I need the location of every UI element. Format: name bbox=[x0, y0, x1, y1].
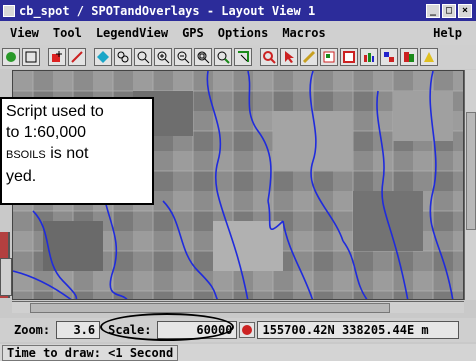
callout-line-3-rest: is not bbox=[45, 145, 89, 162]
layout-icon[interactable] bbox=[2, 48, 20, 66]
zoom-box-icon[interactable] bbox=[134, 48, 152, 66]
menu-macros[interactable]: Macros bbox=[282, 26, 325, 40]
scale-highlight-ellipse bbox=[100, 313, 234, 341]
time-to-draw: Time to draw: <1 Second bbox=[2, 344, 179, 361]
pan-icon[interactable] bbox=[114, 48, 132, 66]
menu-help[interactable]: Help bbox=[433, 26, 462, 40]
zoom-field[interactable]: 3.6 bbox=[56, 321, 101, 339]
draw-status-bar: Time to draw: <1 Second bbox=[0, 344, 476, 361]
callout-line-3: BSOILS is not bbox=[6, 143, 148, 166]
menu-gps[interactable]: GPS bbox=[182, 26, 204, 40]
redraw-icon[interactable] bbox=[420, 48, 438, 66]
menu-options[interactable]: Options bbox=[218, 26, 269, 40]
callout-layer-name: BSOILS bbox=[6, 149, 46, 161]
zoom-label: Zoom: bbox=[14, 323, 51, 337]
select-icon[interactable] bbox=[94, 48, 112, 66]
settings-icon[interactable] bbox=[360, 48, 378, 66]
pointer-icon[interactable] bbox=[280, 48, 298, 66]
display-icon[interactable] bbox=[340, 48, 358, 66]
zoom-in-icon[interactable] bbox=[154, 48, 172, 66]
menu-legendview[interactable]: LegendView bbox=[96, 26, 168, 40]
close-button[interactable]: × bbox=[458, 3, 472, 18]
zoom-group-icon[interactable] bbox=[214, 48, 232, 66]
callout-line-2: to 1:60,000 bbox=[6, 124, 87, 141]
menu-bar: View Tool LegendView GPS Options Macros … bbox=[0, 21, 476, 45]
menu-tool[interactable]: Tool bbox=[53, 26, 82, 40]
query-icon[interactable] bbox=[260, 48, 278, 66]
maximize-button[interactable]: □ bbox=[442, 3, 456, 18]
vertical-scrollbar[interactable] bbox=[464, 70, 476, 300]
minimize-button[interactable]: _ bbox=[426, 3, 440, 18]
background-window-toolbar bbox=[0, 258, 12, 296]
toolbar bbox=[0, 45, 476, 69]
horizontal-scroll-thumb[interactable] bbox=[30, 303, 390, 313]
status-row: Zoom: 3.6 Scale: 60000 155700.42N 338205… bbox=[0, 318, 476, 342]
window-title: cb_spot / SPOTandOverlays - Layout View … bbox=[19, 3, 316, 18]
draw-icon[interactable] bbox=[300, 48, 318, 66]
menu-view[interactable]: View bbox=[10, 26, 39, 40]
title-bar[interactable]: cb_spot / SPOTandOverlays - Layout View … bbox=[0, 0, 476, 21]
macro-icon[interactable] bbox=[400, 48, 418, 66]
add-layer-icon[interactable] bbox=[48, 48, 66, 66]
frame-icon[interactable] bbox=[22, 48, 40, 66]
zoom-full-icon[interactable] bbox=[194, 48, 212, 66]
layout-view-window: cb_spot / SPOTandOverlays - Layout View … bbox=[0, 0, 476, 361]
vertical-scroll-thumb[interactable] bbox=[466, 112, 476, 230]
legend-icon[interactable] bbox=[320, 48, 338, 66]
zoom-out-icon[interactable] bbox=[174, 48, 192, 66]
measure-icon[interactable] bbox=[234, 48, 252, 66]
edit-icon[interactable] bbox=[68, 48, 86, 66]
coordinate-readout: 155700.42N 338205.44E m bbox=[257, 321, 460, 339]
scale-set-icon[interactable] bbox=[239, 322, 256, 338]
gps-icon[interactable] bbox=[380, 48, 398, 66]
callout-line-4: yed. bbox=[6, 168, 37, 185]
horizontal-scrollbar[interactable] bbox=[12, 301, 464, 313]
window-menu-icon[interactable] bbox=[3, 4, 15, 17]
annotation-callout: Script used to to 1:60,000 BSOILS is not… bbox=[0, 97, 154, 205]
callout-line-1: Script used to bbox=[6, 103, 104, 120]
